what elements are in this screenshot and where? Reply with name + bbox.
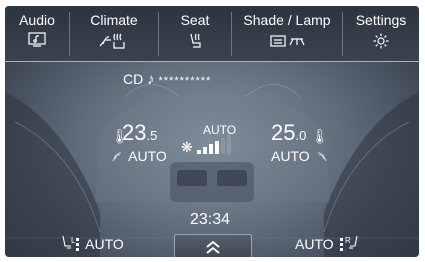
right-seat-icon: R [339,235,358,251]
seat-airflow-icon [317,152,327,162]
left-temperature[interactable]: 23.5 [122,120,157,146]
seat-airflow-icon [112,152,122,162]
thermometer-icon-right: 🌡 [311,128,329,144]
right-temperature[interactable]: 25.0 [271,120,306,146]
tab-settings[interactable]: Settings [343,6,419,62]
tab-climate[interactable]: Climate [70,6,158,62]
left-temp-whole: 23 [122,120,147,145]
right-seat-letter: R [345,236,351,245]
fan-icon: ❋ [181,139,193,155]
fan-speed-bar [197,150,201,154]
music-note-icon: ♪ [147,71,155,88]
right-temp-whole: 25 [271,120,296,145]
fan-speed-bar [227,135,231,154]
climate-icon [70,32,158,54]
shade-lamp-icon [232,32,342,54]
fan-speed-bars[interactable] [197,134,239,154]
tab-seat-label: Seat [180,12,210,28]
gear-icon [343,32,419,54]
tab-climate-label: Climate [90,12,138,28]
seat-icon [159,32,231,54]
fan-speed-bar [221,138,225,154]
top-nav-divider [5,61,419,62]
tab-shade-lamp-label: Shade / Lamp [243,12,331,28]
audio-now-playing[interactable]: CD ♪ ********** [123,71,211,88]
left-seat-control[interactable]: L AUTO [60,234,124,252]
tab-settings-label: Settings [355,12,407,28]
right-seat-label: AUTO [295,236,334,252]
tab-audio-label: Audio [19,12,55,28]
right-seat-control[interactable]: AUTO R [295,234,360,252]
left-climate-mode[interactable]: AUTO [111,148,167,164]
left-seat-letter: L [71,236,76,245]
clock: 23:34 [190,211,231,228]
right-mode-label: AUTO [271,148,310,164]
tab-seat[interactable]: Seat [159,6,231,62]
fan-speed-bar [203,147,207,154]
left-mode-label: AUTO [128,148,167,164]
left-temp-decimal: .5 [146,128,158,143]
expand-panel-button[interactable] [174,234,252,257]
display-screen: Audio Climate Seat Shade / Lamp Settings… [5,6,419,257]
right-climate-mode[interactable]: AUTO [271,148,328,164]
left-seat-icon: L [62,235,79,251]
right-temp-decimal: .0 [295,128,307,143]
tab-shade-lamp[interactable]: Shade / Lamp [232,6,342,62]
track-title: ********** [158,75,212,87]
audio-screen-icon [5,32,69,54]
tab-audio[interactable]: Audio [5,6,69,62]
fan-speed-bar [215,141,219,154]
fan-speed-bar [209,144,213,154]
chevron-up-icon [206,240,220,254]
audio-source: CD [123,71,144,87]
left-seat-label: AUTO [85,236,124,252]
